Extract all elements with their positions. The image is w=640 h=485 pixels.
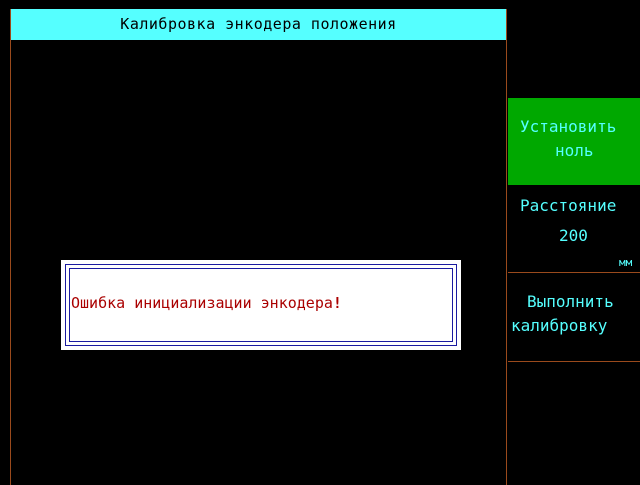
distance-value: 200 bbox=[559, 226, 588, 245]
set-zero-button[interactable]: Установить ноль bbox=[508, 98, 640, 185]
set-zero-label-line2: ноль bbox=[555, 141, 594, 160]
run-calibration-label-line1: Выполнить bbox=[527, 292, 614, 311]
distance-button[interactable]: Расстояние 200 мм bbox=[508, 186, 640, 273]
set-zero-label-line1: Установить bbox=[520, 117, 617, 136]
run-calibration-label-line2: калибровку bbox=[511, 316, 608, 335]
run-calibration-button[interactable]: Выполнить калибровку bbox=[508, 274, 640, 362]
side-menu: Установить ноль Расстояние 200 мм Выполн… bbox=[508, 0, 640, 485]
main-panel: Калибровка энкодера положения Ошибка ини… bbox=[10, 9, 507, 485]
error-message: Ошибка инициализации энкодера! bbox=[71, 294, 342, 312]
distance-label: Расстояние bbox=[520, 196, 617, 215]
window-title: Калибровка энкодера положения bbox=[11, 9, 506, 40]
distance-unit: мм bbox=[619, 256, 633, 269]
screen: Калибровка энкодера положения Ошибка ини… bbox=[0, 0, 640, 485]
error-exclamation-icon: ! bbox=[332, 294, 342, 312]
error-dialog: Ошибка инициализации энкодера! bbox=[61, 260, 461, 350]
error-message-text: Ошибка инициализации энкодера bbox=[71, 294, 333, 312]
